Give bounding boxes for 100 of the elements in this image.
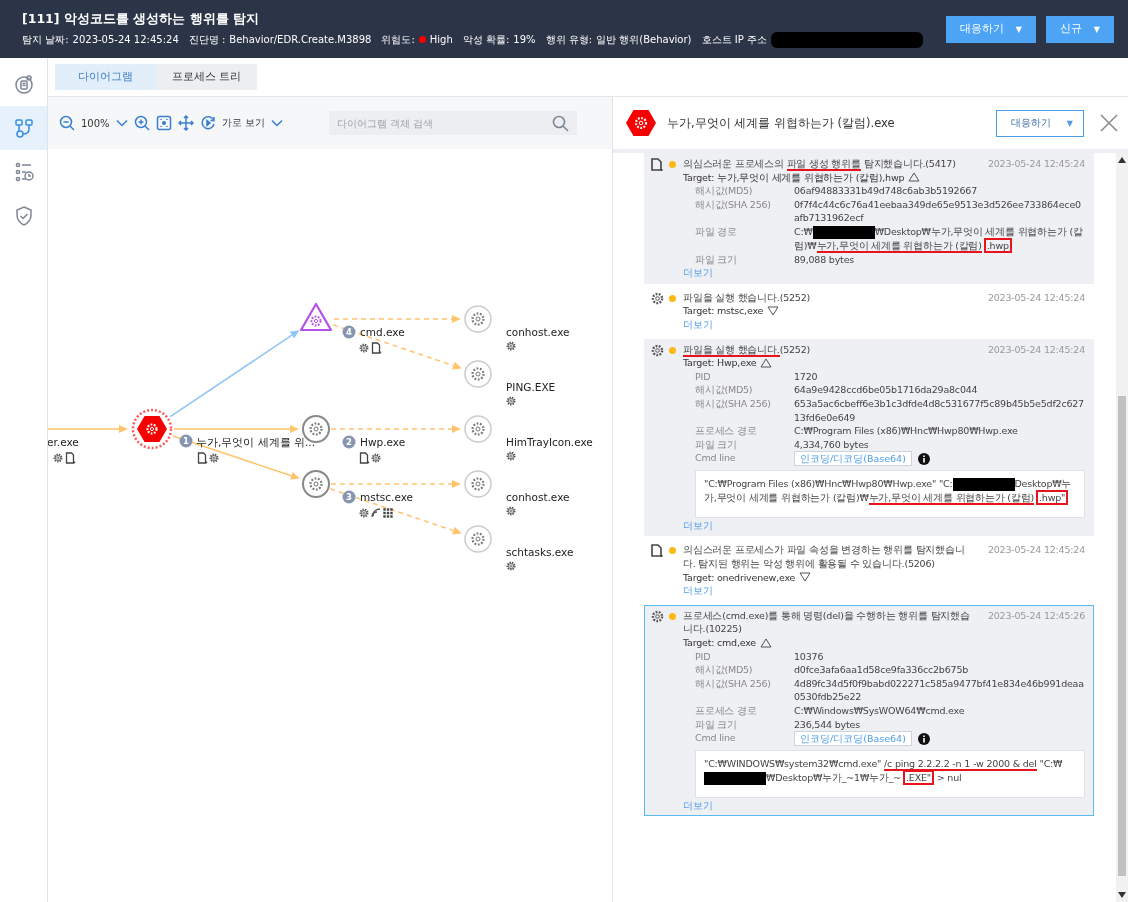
report-icon[interactable]: [12, 73, 35, 95]
event-time: 2023-05-24 12:45:24: [987, 342, 1085, 357]
process-node[interactable]: [464, 470, 492, 498]
node-label: HimTrayIcon.exe: [506, 436, 593, 448]
event-description: 의심스러운 프로세스의 파일 생성 행위를 탐지했습니다.(5417): [683, 157, 957, 171]
gear-icon: [359, 343, 369, 353]
scroll-up-icon[interactable]: [1118, 157, 1126, 163]
node-label: er.exe: [48, 436, 79, 448]
meta-label: 위험도:: [381, 32, 415, 47]
gear-icon: [506, 451, 516, 461]
scrollbar[interactable]: [1116, 153, 1128, 902]
process-node[interactable]: [302, 470, 330, 498]
zoom-in-icon[interactable]: [133, 115, 150, 131]
node-label: 누가,무엇이 세계를 위...: [196, 436, 316, 448]
expand-icon[interactable]: [767, 306, 780, 317]
process-node[interactable]: [464, 305, 492, 333]
node-label: Hwp.exe: [360, 436, 406, 448]
collapse-icon[interactable]: [908, 172, 921, 183]
detail-label: 프로세스 경로: [695, 704, 758, 718]
event-time: 2023-05-24 12:45:24: [987, 157, 1085, 171]
event-time: 2023-05-24 12:45:24: [987, 290, 1085, 305]
file-icon: [651, 544, 663, 559]
detail-value: C:₩Windows₩SysWOW64₩cmd.exe: [794, 704, 966, 718]
detail-value: 236,544 bytes: [794, 717, 861, 732]
encode-decode-button[interactable]: 인코딩/디코딩(Base64): [794, 451, 912, 467]
event-card[interactable]: [644, 604, 1094, 817]
scroll-down-icon[interactable]: [1118, 892, 1126, 898]
tab[interactable]: 프로세스 트리: [156, 64, 257, 90]
gear-icon: [53, 453, 63, 463]
search-field[interactable]: 다이어그램 객체 검색: [328, 111, 577, 135]
event-description: 파일을 실행 했습니다.(5252): [683, 342, 812, 357]
detail-label: PID: [695, 369, 712, 384]
detail-value: 0f7f4c44c6c76a41eebaa349de65e9513e3d526ee733864ece0afb7131962ecf: [794, 197, 1082, 225]
tab[interactable]: 다이어그램: [55, 64, 156, 90]
malware-icon: [625, 109, 657, 137]
dropdown-button[interactable]: 대응하기 ▼: [995, 109, 1084, 137]
file-icon: [359, 452, 370, 464]
command-line-text: "C:₩Program Files (x86)₩Hnc₩Hwp80₩Hwp.exe" "C: Desktop₩누가,무엇이 세계를 위협하는가 (칼럼)₩누가,무엇이 세계를 위협하는가 (칼럼) .hwp": [695, 470, 1085, 518]
process-node[interactable]: [464, 360, 492, 388]
suspicious-node[interactable]: [299, 302, 333, 332]
detail-value: 10376: [794, 649, 825, 664]
order-badge: 4: [342, 325, 356, 339]
detail-label: 파일 크기: [695, 252, 739, 267]
file-icon: [197, 452, 208, 464]
more-link[interactable]: 더보기: [683, 798, 713, 813]
detail-label: 해시값(MD5): [695, 184, 754, 198]
more-link[interactable]: 더보기: [683, 518, 713, 533]
gear-icon: [506, 506, 516, 516]
file-icon: [65, 452, 76, 464]
process-node[interactable]: [464, 525, 492, 553]
event-card[interactable]: 파일을 실행 했습니다.(5252) 2023-05-24 12:45:24 Target: mstsc,exe 더보기: [644, 286, 1094, 336]
zoom-out-icon[interactable]: [59, 115, 75, 131]
refresh-icon[interactable]: [199, 115, 216, 131]
expand-icon[interactable]: [799, 572, 812, 583]
rail-button[interactable]: [0, 106, 47, 150]
chevron-down-icon[interactable]: [115, 119, 128, 127]
detail-label: 파일 크기: [695, 717, 739, 732]
move-icon[interactable]: [177, 115, 194, 131]
view-mode-select[interactable]: 가로 보기: [221, 116, 265, 130]
encode-decode-button[interactable]: 인코딩/디코딩(Base64): [794, 731, 912, 747]
detail-label: 프로세스 경로: [695, 424, 758, 438]
collapse-icon[interactable]: [760, 357, 773, 368]
more-link[interactable]: 더보기: [683, 317, 713, 332]
gear-icon: [651, 343, 664, 357]
more-link[interactable]: 더보기: [683, 584, 713, 598]
process-title: 누가,무엇이 세계를 위협하는가 (칼럼).exe: [667, 115, 896, 131]
event-target: Target: cmd,exe: [683, 636, 756, 650]
meta-label: 호스트 IP 주소: [701, 32, 767, 47]
detail-value: 653a5ac6cbeff6e3b1c3dfde4d8c531677f5c89b45b5e5df2c62713fd6e0e649: [794, 396, 1085, 425]
fit-screen-icon[interactable]: [155, 115, 172, 131]
zoom-level[interactable]: 100%: [81, 117, 110, 129]
event-card[interactable]: [644, 153, 1094, 284]
info-icon[interactable]: [917, 452, 930, 465]
detail-label: 파일 크기: [695, 437, 739, 452]
detail-value: C:₩ ₩Desktop₩누가,무엇이 세계를 위협하는가 (칼럼)₩누가,무엇이 세계를 위협하는가 (칼럼) .hwp: [794, 224, 1084, 253]
detail-label: 해시값(SHA 256): [695, 197, 772, 212]
diagram-icon[interactable]: [12, 117, 35, 139]
dropdown-button[interactable]: 대응하기 ▼: [945, 15, 1036, 43]
info-icon[interactable]: [917, 732, 930, 745]
gear-icon: [651, 609, 664, 623]
detail-value: 1720: [794, 369, 819, 384]
gear-icon: [506, 341, 516, 351]
more-link[interactable]: 더보기: [683, 266, 713, 280]
malware-node[interactable]: [131, 408, 173, 450]
detail-label: Cmd line: [695, 451, 737, 466]
file-icon: [651, 158, 663, 172]
gear-icon: [209, 453, 219, 463]
dropdown-button[interactable]: 신규 ▼: [1045, 15, 1114, 43]
event-description: 파일을 실행 했습니다.(5252): [683, 290, 812, 305]
chevron-down-icon[interactable]: [270, 119, 283, 127]
order-badge: 3: [342, 490, 356, 504]
gear-icon: [506, 561, 516, 571]
event-card[interactable]: [644, 338, 1094, 537]
scrollbar-thumb[interactable]: [1118, 396, 1126, 876]
event-card[interactable]: 의심스러운 프로세스가 파일 속성을 변경하는 행위를 탐지했습니다. 탐지된 행위는 악성 행위에 활용될 수 있습니다.(5206) 2023-05-24 12:45:24 Target: onedrivenew,exe 더보기: [644, 539, 1094, 602]
status-dot: [669, 346, 676, 354]
close-icon[interactable]: [1100, 114, 1118, 132]
node-label: mstsc.exe: [360, 491, 414, 503]
process-node[interactable]: [464, 415, 492, 443]
collapse-icon[interactable]: [760, 637, 772, 648]
